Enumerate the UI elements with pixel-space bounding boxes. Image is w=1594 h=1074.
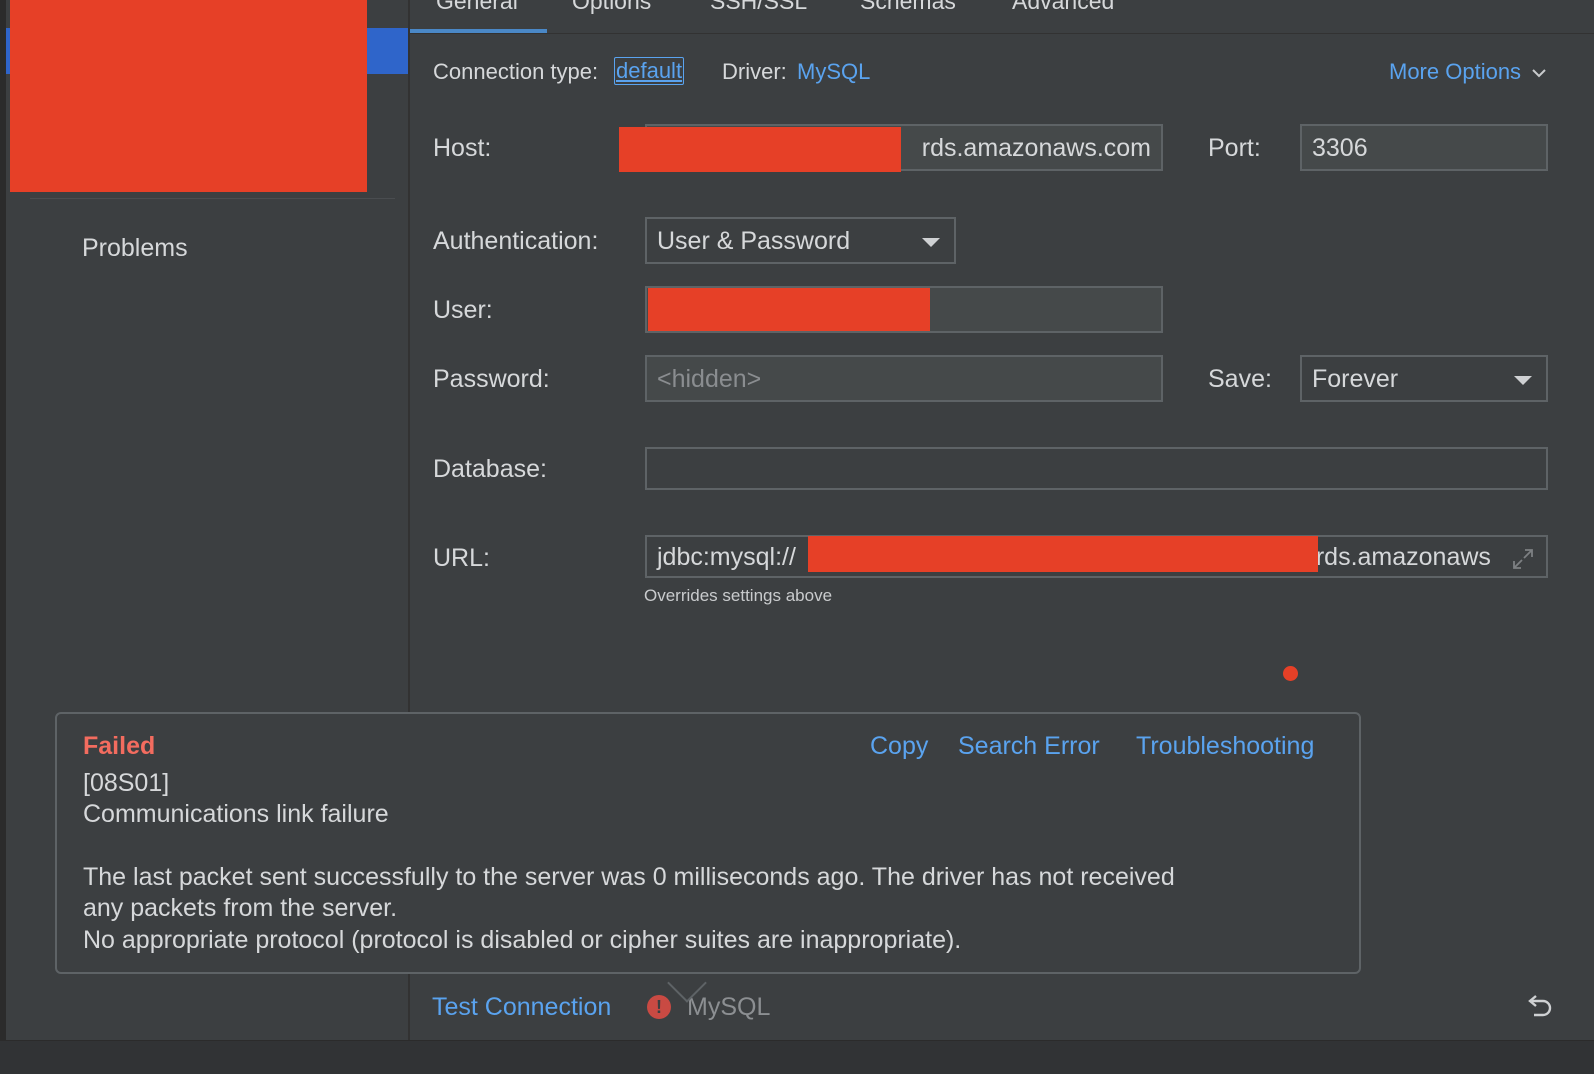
error-title: Communications link failure (83, 800, 389, 828)
authentication-value: User & Password (657, 227, 851, 255)
port-value: 3306 (1312, 134, 1368, 162)
expand-icon[interactable] (1510, 546, 1536, 572)
copy-link[interactable]: Copy (870, 732, 928, 761)
sidebar-item-problems[interactable]: Problems (82, 234, 188, 263)
redacted-url (808, 536, 1318, 572)
tab-advanced[interactable]: Advanced (1012, 0, 1114, 15)
error-message-line: No appropriate protocol (protocol is dis… (83, 926, 962, 954)
tab-ssh-ssl[interactable]: SSH/SSL (710, 0, 807, 15)
save-label: Save: (1208, 365, 1272, 393)
error-message-line: any packets from the server. (83, 894, 398, 922)
host-value: rds.amazonaws.com (921, 134, 1151, 162)
driver-link[interactable]: MySQL (797, 59, 870, 85)
tab-general[interactable]: General (436, 0, 518, 15)
tab-schemas[interactable]: Schemas (860, 0, 956, 15)
database-label: Database: (433, 455, 547, 483)
left-edge (0, 0, 6, 1074)
more-options-label: More Options (1389, 59, 1522, 84)
test-connection-link[interactable]: Test Connection (432, 993, 611, 1022)
bottom-strip (0, 1040, 1594, 1074)
error-icon[interactable] (647, 995, 671, 1019)
password-label: Password: (433, 365, 550, 393)
more-options-link[interactable]: More Options (1389, 59, 1547, 85)
connection-type-link[interactable]: default (614, 57, 685, 85)
url-label: URL: (433, 544, 490, 572)
dropdown-arrow-icon (922, 238, 940, 247)
test-connection-error-popup: Failed Copy Search Error Troubleshooting… (55, 712, 1361, 974)
save-value: Forever (1312, 365, 1399, 393)
undo-icon[interactable] (1524, 992, 1554, 1022)
redacted-user (648, 288, 930, 331)
divider (30, 198, 395, 199)
port-label: Port: (1208, 134, 1261, 162)
port-input[interactable]: 3306 (1300, 124, 1548, 171)
tab-options[interactable]: Options (572, 0, 651, 15)
active-tab-indicator (410, 29, 547, 33)
status-driver-label: MySQL (687, 993, 771, 1021)
status-dot (1283, 666, 1298, 681)
search-error-link[interactable]: Search Error (958, 732, 1100, 761)
save-select[interactable]: Forever (1300, 355, 1548, 402)
authentication-label: Authentication: (433, 227, 599, 255)
error-code: [08S01] (83, 769, 170, 797)
troubleshooting-link[interactable]: Troubleshooting (1136, 732, 1314, 761)
password-input[interactable]: <hidden> (645, 355, 1163, 402)
redacted-host (619, 127, 901, 172)
user-label: User: (433, 296, 493, 324)
url-suffix: rds.amazonaws (1315, 543, 1491, 571)
redacted-area (10, 0, 367, 192)
error-message-line: The last packet sent successfully to the… (83, 863, 1175, 891)
password-placeholder: <hidden> (657, 365, 762, 393)
host-label: Host: (433, 134, 492, 162)
url-prefix: jdbc:mysql:// (657, 543, 796, 571)
driver-label: Driver: (722, 59, 787, 84)
database-input[interactable] (645, 447, 1548, 490)
tab-bar: General Options SSH/SSL Schemas Advanced (410, 0, 1594, 34)
dropdown-arrow-icon (1514, 376, 1532, 385)
url-hint: Overrides settings above (644, 586, 833, 605)
connection-type-label: Connection type: (433, 59, 599, 84)
error-status: Failed (83, 732, 156, 760)
chevron-down-icon (1532, 69, 1546, 78)
authentication-select[interactable]: User & Password (645, 217, 956, 264)
